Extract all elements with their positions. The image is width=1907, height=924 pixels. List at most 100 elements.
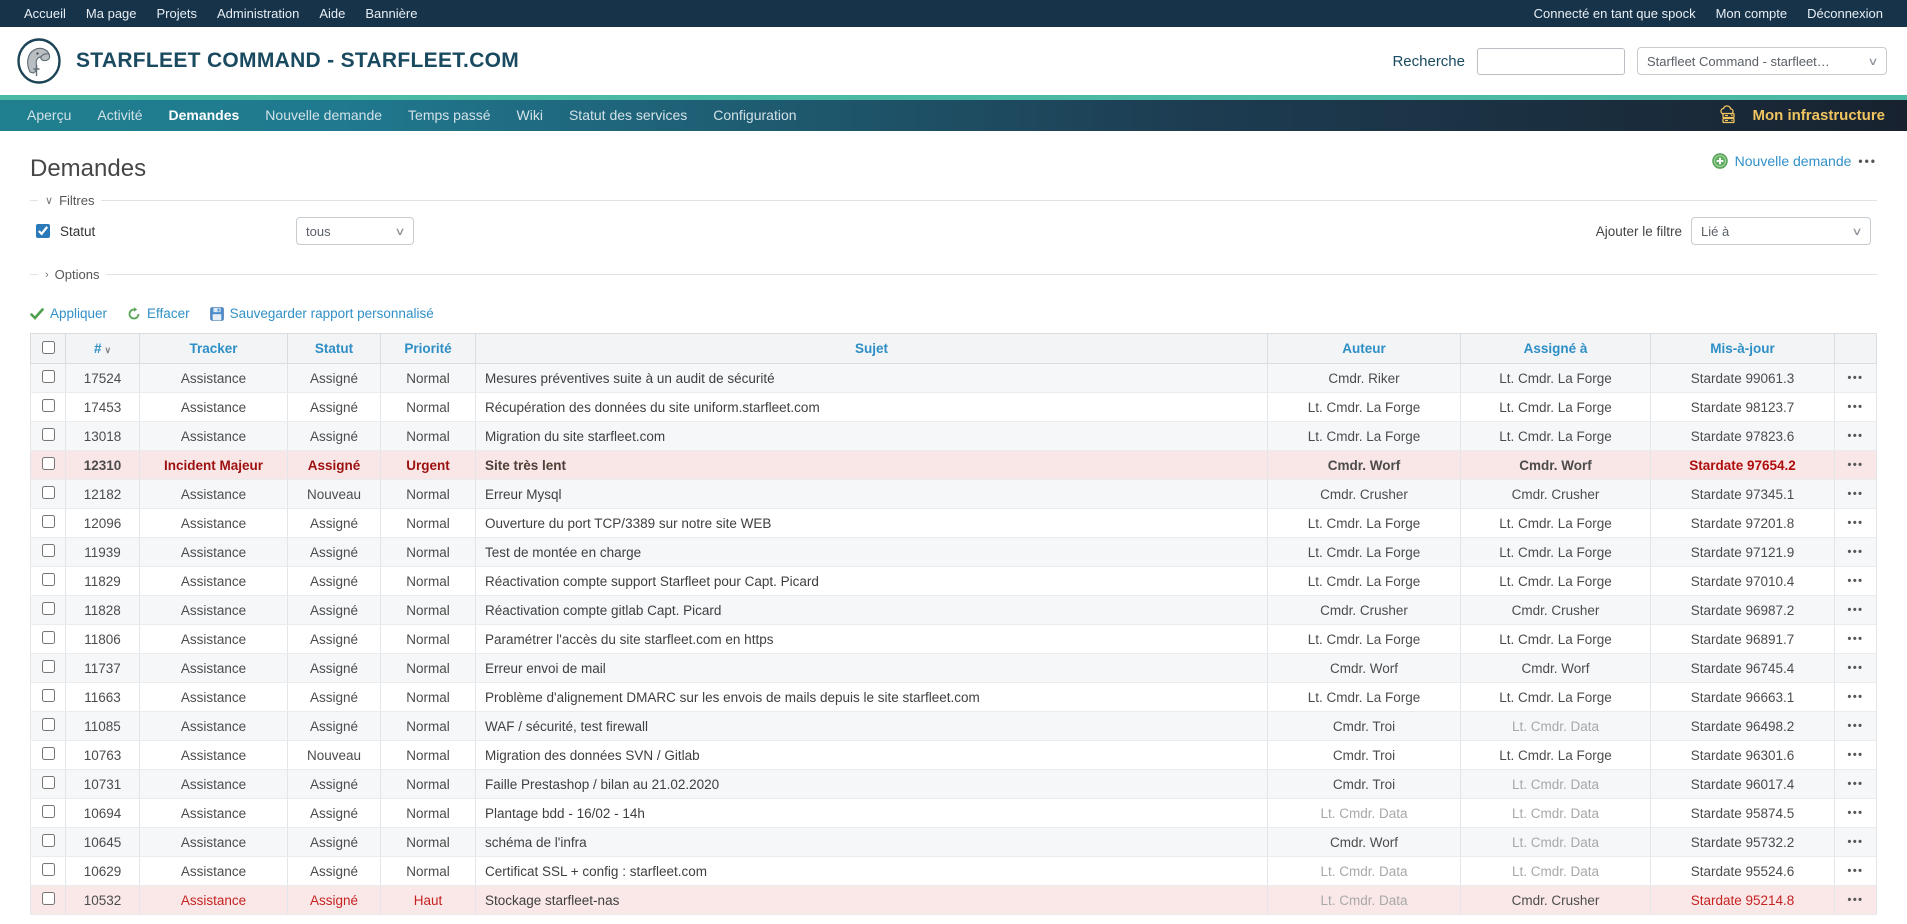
issue-actions-button[interactable]: ••• xyxy=(1835,596,1877,625)
issue-id[interactable]: 11663 xyxy=(66,683,140,712)
issue-actions-button[interactable]: ••• xyxy=(1835,770,1877,799)
issue-id[interactable]: 11828 xyxy=(66,596,140,625)
issue-actions-button[interactable]: ••• xyxy=(1835,538,1877,567)
issue-subject[interactable]: Test de montée en charge xyxy=(476,538,1268,567)
new-issue-link[interactable]: Nouvelle demande xyxy=(1735,153,1852,169)
issue-subject[interactable]: Faille Prestashop / bilan au 21.02.2020 xyxy=(476,770,1268,799)
issue-actions-button[interactable]: ••• xyxy=(1835,857,1877,886)
issue-checkbox[interactable] xyxy=(42,660,55,673)
issue-subject[interactable]: Certificat SSL + config : starfleet.com xyxy=(476,857,1268,886)
status-operator-select[interactable]: tous ∨ xyxy=(296,217,414,245)
issue-subject[interactable]: Problème d'alignement DMARC sur les envo… xyxy=(476,683,1268,712)
column-header-priority[interactable]: Priorité xyxy=(381,334,476,364)
issue-subject[interactable]: Mesures préventives suite à un audit de … xyxy=(476,364,1268,393)
issue-actions-button[interactable]: ••• xyxy=(1835,451,1877,480)
issue-subject[interactable]: Ouverture du port TCP/3389 sur notre sit… xyxy=(476,509,1268,538)
add-filter-select[interactable]: Lié à ∨ xyxy=(1691,217,1871,245)
issue-checkbox[interactable] xyxy=(42,544,55,557)
issue-id[interactable]: 10532 xyxy=(66,886,140,915)
issue-subject[interactable]: Migration du site starfleet.com xyxy=(476,422,1268,451)
issue-subject[interactable]: Paramétrer l'accès du site starfleet.com… xyxy=(476,625,1268,654)
issue-id[interactable]: 10731 xyxy=(66,770,140,799)
options-legend[interactable]: › Options xyxy=(38,267,106,282)
column-header-updated[interactable]: Mis-à-jour xyxy=(1651,334,1835,364)
issue-subject[interactable]: Récupération des données du site uniform… xyxy=(476,393,1268,422)
column-header-tracker[interactable]: Tracker xyxy=(140,334,288,364)
issue-id[interactable]: 11829 xyxy=(66,567,140,596)
top-link-my-page[interactable]: Ma page xyxy=(76,6,147,21)
issue-checkbox[interactable] xyxy=(42,834,55,847)
tab-service-status[interactable]: Statut des services xyxy=(556,100,700,131)
top-link-logout[interactable]: Déconnexion xyxy=(1797,6,1893,21)
issue-actions-button[interactable]: ••• xyxy=(1835,828,1877,857)
apply-button[interactable]: Appliquer xyxy=(30,306,107,321)
select-all-checkbox[interactable] xyxy=(42,341,55,354)
tab-overview[interactable]: Aperçu xyxy=(14,100,84,131)
issue-id[interactable]: 11085 xyxy=(66,712,140,741)
column-header-author[interactable]: Auteur xyxy=(1268,334,1461,364)
issue-id[interactable]: 17524 xyxy=(66,364,140,393)
issue-actions-button[interactable]: ••• xyxy=(1835,393,1877,422)
top-link-help[interactable]: Aide xyxy=(309,6,355,21)
issue-actions-button[interactable]: ••• xyxy=(1835,625,1877,654)
issue-subject[interactable]: Migration des données SVN / Gitlab xyxy=(476,741,1268,770)
more-actions-button[interactable]: ••• xyxy=(1858,154,1877,168)
issue-subject[interactable]: Site très lent xyxy=(476,451,1268,480)
issue-actions-button[interactable]: ••• xyxy=(1835,480,1877,509)
top-link-banner[interactable]: Bannière xyxy=(355,6,427,21)
project-jump-select[interactable]: Starfleet Command - starfleet… ∨ xyxy=(1637,47,1887,75)
issue-subject[interactable]: Réactivation compte gitlab Capt. Picard xyxy=(476,596,1268,625)
column-header-id[interactable]: #∨ xyxy=(66,334,140,364)
issue-checkbox[interactable] xyxy=(42,573,55,586)
issue-actions-button[interactable]: ••• xyxy=(1835,683,1877,712)
tab-configuration[interactable]: Configuration xyxy=(700,100,809,131)
filters-legend[interactable]: ∨ Filtres xyxy=(38,193,101,208)
issue-id[interactable]: 17453 xyxy=(66,393,140,422)
search-input[interactable] xyxy=(1477,48,1625,75)
issue-subject[interactable]: Plantage bdd - 16/02 - 14h xyxy=(476,799,1268,828)
issue-checkbox[interactable] xyxy=(42,863,55,876)
tab-new-issue[interactable]: Nouvelle demande xyxy=(252,100,395,131)
my-infrastructure-button[interactable]: Mon infrastructure xyxy=(1719,105,1893,127)
issue-checkbox[interactable] xyxy=(42,747,55,760)
top-link-home[interactable]: Accueil xyxy=(14,6,76,21)
issue-subject[interactable]: Erreur envoi de mail xyxy=(476,654,1268,683)
issue-actions-button[interactable]: ••• xyxy=(1835,886,1877,915)
top-link-admin[interactable]: Administration xyxy=(207,6,309,21)
tab-activity[interactable]: Activité xyxy=(84,100,155,131)
issue-checkbox[interactable] xyxy=(42,805,55,818)
issue-subject[interactable]: Réactivation compte support Starfleet po… xyxy=(476,567,1268,596)
issue-checkbox[interactable] xyxy=(42,776,55,789)
issue-actions-button[interactable]: ••• xyxy=(1835,364,1877,393)
issue-checkbox[interactable] xyxy=(42,689,55,702)
issue-id[interactable]: 13018 xyxy=(66,422,140,451)
issue-checkbox[interactable] xyxy=(42,892,55,905)
issue-checkbox[interactable] xyxy=(42,486,55,499)
issue-checkbox[interactable] xyxy=(42,631,55,644)
issue-checkbox[interactable] xyxy=(42,457,55,470)
issue-actions-button[interactable]: ••• xyxy=(1835,567,1877,596)
column-header-subject[interactable]: Sujet xyxy=(476,334,1268,364)
issue-id[interactable]: 12096 xyxy=(66,509,140,538)
top-link-projects[interactable]: Projets xyxy=(147,6,207,21)
tab-time-spent[interactable]: Temps passé xyxy=(395,100,503,131)
clear-button[interactable]: Effacer xyxy=(127,306,190,321)
issue-checkbox[interactable] xyxy=(42,515,55,528)
issue-id[interactable]: 10763 xyxy=(66,741,140,770)
issue-id[interactable]: 11806 xyxy=(66,625,140,654)
issue-id[interactable]: 10694 xyxy=(66,799,140,828)
issue-subject[interactable]: WAF / sécurité, test firewall xyxy=(476,712,1268,741)
column-header-assignee[interactable]: Assigné à xyxy=(1461,334,1651,364)
tab-issues[interactable]: Demandes xyxy=(155,100,252,131)
save-query-button[interactable]: Sauvegarder rapport personnalisé xyxy=(210,306,434,321)
issue-checkbox[interactable] xyxy=(42,718,55,731)
status-filter-checkbox[interactable] xyxy=(36,224,50,238)
issue-id[interactable]: 11939 xyxy=(66,538,140,567)
issue-checkbox[interactable] xyxy=(42,399,55,412)
issue-id[interactable]: 10645 xyxy=(66,828,140,857)
column-header-status[interactable]: Statut xyxy=(288,334,381,364)
issue-actions-button[interactable]: ••• xyxy=(1835,799,1877,828)
issue-checkbox[interactable] xyxy=(42,602,55,615)
issue-id[interactable]: 12182 xyxy=(66,480,140,509)
issue-subject[interactable]: schéma de l'infra xyxy=(476,828,1268,857)
